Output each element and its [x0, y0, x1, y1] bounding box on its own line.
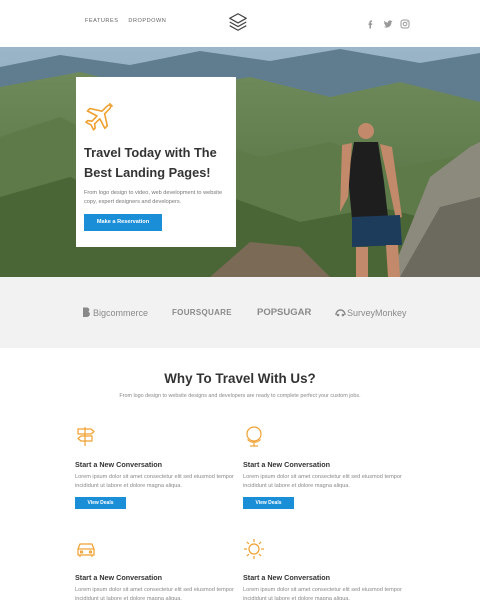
sun-icon: [244, 539, 264, 559]
feature-title: Start a New Conversation: [243, 573, 331, 582]
hero-description: From logo design to video, web developme…: [84, 190, 223, 205]
feature-text: Lorem ipsum dolor sit amet consectetur e…: [243, 474, 402, 490]
twitter-icon[interactable]: [383, 16, 393, 28]
car-icon: [77, 543, 95, 557]
feature-text: Lorem ipsum dolor sit amet consectetur e…: [243, 587, 402, 600]
feature-title: Start a New Conversation: [243, 460, 331, 469]
view-deals-button[interactable]: View Deals: [243, 497, 294, 510]
feature-title: Start a New Conversation: [75, 573, 163, 582]
feature-card: Start a New Conversation Lorem ipsum dol…: [243, 538, 418, 600]
make-reservation-button[interactable]: Make a Reservation: [84, 214, 162, 232]
feature-card: Start a New Conversation Lorem ipsum dol…: [75, 538, 250, 600]
signpost-icon: [77, 427, 95, 446]
brand-logos-band: Bigcommerce FOURSQUARE POPSUGAR SurveyMo…: [0, 277, 480, 348]
hero-section: Travel Today with The Best Landing Pages…: [0, 47, 480, 277]
instagram-icon[interactable]: [400, 16, 410, 29]
feature-card: Start a New Conversation Lorem ipsum dol…: [243, 425, 418, 510]
foursquare-logo: FOURSQUARE: [172, 308, 232, 317]
hero-title: Travel Today with The Best Landing Pages…: [84, 145, 217, 180]
popsugar-logo: POPSUGAR: [257, 307, 312, 318]
feature-text: Lorem ipsum dolor sit amet consectetur e…: [75, 587, 234, 600]
site-header: FEATURES DROPDOWN: [0, 0, 480, 47]
nav-features-link[interactable]: FEATURES: [85, 18, 118, 24]
hero-background-image: [0, 47, 480, 277]
layers-logo-icon[interactable]: [227, 11, 249, 33]
feature-title: Start a New Conversation: [75, 460, 163, 469]
facebook-icon[interactable]: [366, 16, 376, 29]
bigcommerce-logo: Bigcommerce: [82, 307, 148, 319]
surveymonkey-logo: SurveyMonkey: [335, 307, 407, 319]
hero-card: Travel Today with The Best Landing Pages…: [76, 77, 236, 247]
view-deals-button[interactable]: View Deals: [75, 497, 126, 510]
main-nav: FEATURES DROPDOWN: [85, 18, 166, 24]
section-title: Why To Travel With Us?: [164, 371, 316, 386]
feature-text: Lorem ipsum dolor sit amet consectetur e…: [75, 474, 234, 490]
airplane-icon: [85, 103, 113, 131]
nav-dropdown-link[interactable]: DROPDOWN: [128, 18, 166, 24]
section-subtitle: From logo design to website designs and …: [119, 393, 361, 399]
social-links: [366, 16, 410, 29]
feature-card: Start a New Conversation Lorem ipsum dol…: [75, 425, 250, 510]
globe-icon: [246, 426, 262, 447]
